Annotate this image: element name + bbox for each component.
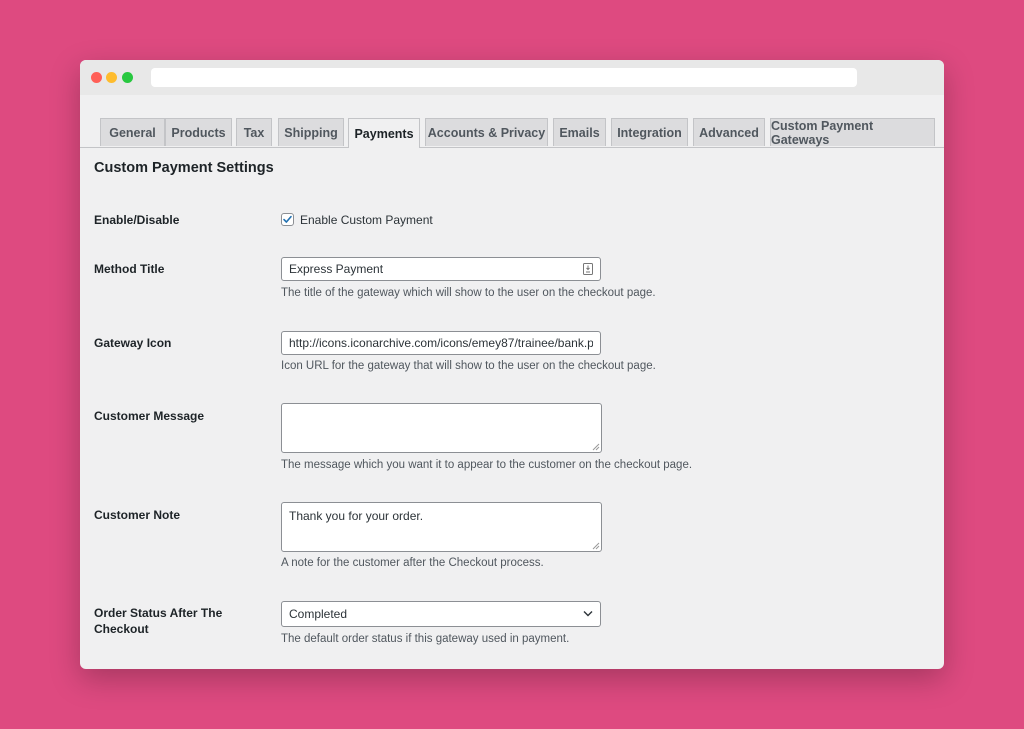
tab-tax[interactable]: Tax	[236, 118, 272, 146]
method-title-label: Method Title	[94, 262, 165, 276]
close-window-button[interactable]	[91, 72, 102, 83]
customer-note-textarea[interactable]: Thank you for your order.	[281, 502, 602, 552]
enable-custom-payment-label[interactable]: Enable Custom Payment	[300, 213, 433, 227]
title-bar	[80, 60, 944, 95]
tab-products[interactable]: Products	[165, 118, 232, 146]
minimize-window-button[interactable]	[106, 72, 117, 83]
customer-message-textarea[interactable]	[281, 403, 602, 453]
gateway-icon-label: Gateway Icon	[94, 336, 172, 350]
tab-advanced[interactable]: Advanced	[693, 118, 765, 146]
tab-custom-payment-gateways[interactable]: Custom Payment Gateways	[770, 118, 935, 147]
tab-integration[interactable]: Integration	[611, 118, 688, 146]
customer-note-label: Customer Note	[94, 508, 181, 522]
page-title: Custom Payment Settings	[94, 160, 274, 176]
gateway-icon-description: Icon URL for the gateway that will show …	[281, 360, 656, 372]
maximize-window-button[interactable]	[122, 72, 133, 83]
customer-note-value: Thank you for your order.	[289, 509, 424, 523]
method-title-value: Express Payment	[289, 262, 384, 276]
autofill-icon[interactable]	[583, 263, 593, 275]
chevron-down-icon	[583, 611, 593, 617]
customer-message-description: The message which you want it to appear …	[281, 459, 693, 471]
resize-handle-icon[interactable]	[592, 542, 600, 550]
tab-payments[interactable]: Payments	[348, 118, 420, 148]
tab-shipping[interactable]: Shipping	[278, 118, 344, 146]
tab-emails[interactable]: Emails	[553, 118, 606, 146]
order-status-description: The default order status if this gateway…	[281, 633, 570, 645]
enable-disable-label: Enable/Disable	[94, 213, 180, 227]
customer-message-label: Customer Message	[94, 409, 205, 423]
order-status-selected-value: Completed	[289, 607, 348, 621]
resize-handle-icon[interactable]	[592, 443, 600, 451]
checkmark-icon	[283, 215, 292, 223]
enable-custom-payment-checkbox[interactable]	[281, 213, 294, 226]
order-status-select[interactable]: Completed	[281, 601, 601, 627]
address-bar[interactable]	[151, 68, 857, 87]
gateway-icon-value: http://icons.iconarchive.com/icons/emey8…	[289, 336, 593, 350]
order-status-label: Order Status After The Checkout	[94, 606, 223, 636]
customer-note-description: A note for the customer after the Checko…	[281, 557, 544, 569]
browser-window: General Products Tax Shipping Payments A…	[80, 60, 944, 669]
tab-general[interactable]: General	[100, 118, 165, 146]
gateway-icon-input[interactable]: http://icons.iconarchive.com/icons/emey8…	[281, 331, 601, 355]
method-title-input[interactable]: Express Payment	[281, 257, 601, 281]
settings-tabs: General Products Tax Shipping Payments A…	[80, 118, 944, 148]
method-title-description: The title of the gateway which will show…	[281, 287, 656, 299]
tab-accounts-privacy[interactable]: Accounts & Privacy	[425, 118, 548, 146]
